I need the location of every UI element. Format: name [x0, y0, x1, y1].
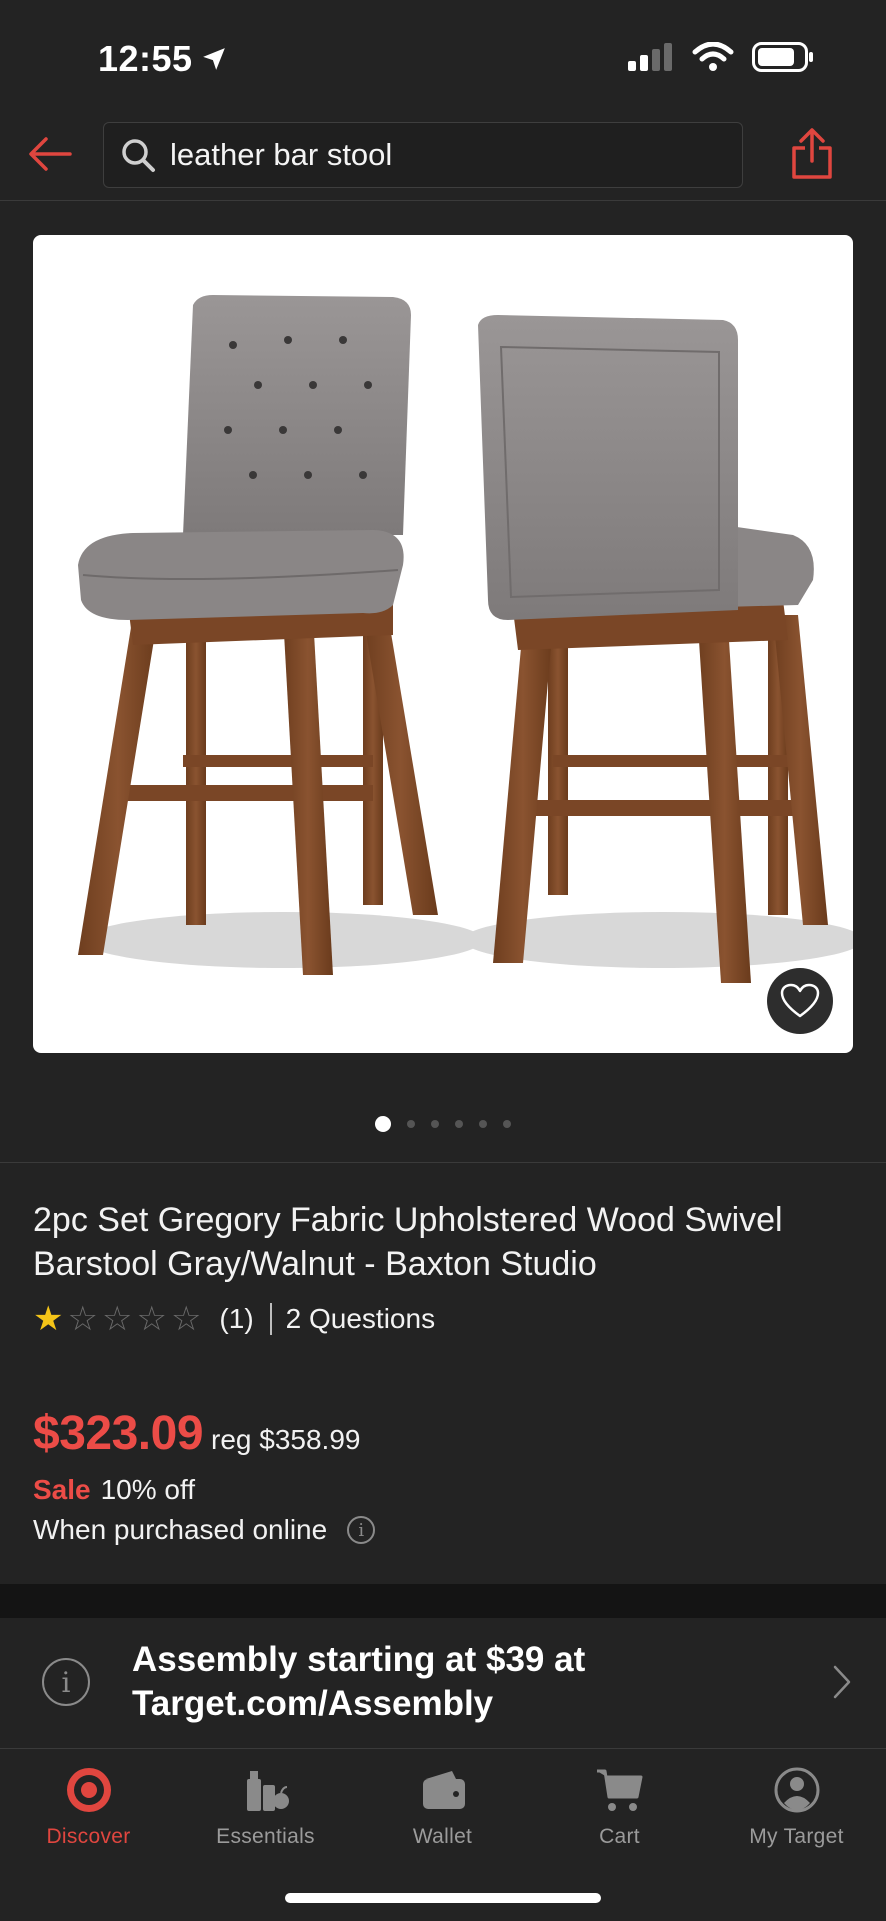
tab-cart[interactable]: Cart — [531, 1765, 708, 1849]
questions-link[interactable]: 2 Questions — [286, 1303, 435, 1335]
tab-label: Discover — [46, 1825, 131, 1848]
heart-icon — [780, 983, 820, 1018]
product-photo — [78, 295, 853, 983]
gallery-dot[interactable] — [375, 1116, 391, 1132]
sale-price: $323.09 — [33, 1407, 204, 1460]
section-spacer — [0, 1584, 886, 1618]
sale-row: Sale 10% off — [33, 1474, 195, 1506]
star-filled-icon: ★ — [33, 1300, 64, 1338]
rating-row: ★ ☆ ☆ ☆ ☆ (1) 2 Questions — [33, 1302, 435, 1336]
status-time: 12:55 — [98, 38, 227, 80]
rating-separator — [269, 1303, 272, 1335]
star-empty-icon: ☆ — [136, 1300, 167, 1338]
search-icon — [122, 139, 155, 172]
battery-icon — [752, 42, 813, 72]
online-note-row: When purchased online i — [33, 1514, 376, 1546]
assembly-banner[interactable]: i Assembly starting at $39 at Target.com… — [0, 1618, 886, 1746]
target-logo-icon — [66, 1768, 111, 1812]
header-divider — [0, 200, 886, 201]
regular-price: reg $358.99 — [211, 1424, 361, 1455]
gallery-dot[interactable] — [503, 1120, 511, 1128]
sale-label: Sale — [33, 1474, 91, 1505]
cellular-signal-icon — [628, 43, 672, 71]
gallery-dot[interactable] — [455, 1120, 463, 1128]
star-empty-icon: ☆ — [170, 1300, 202, 1338]
back-arrow-icon — [29, 137, 72, 171]
tab-label: Wallet — [412, 1825, 473, 1848]
location-arrow-icon — [202, 48, 225, 70]
gallery-dot[interactable] — [407, 1120, 415, 1128]
tab-my-target[interactable]: My Target — [708, 1765, 885, 1849]
tab-essentials[interactable]: Essentials — [177, 1765, 354, 1849]
share-icon — [792, 128, 832, 179]
review-count[interactable]: (1) — [219, 1303, 253, 1335]
essentials-icon — [246, 1771, 289, 1811]
back-button[interactable] — [26, 130, 74, 178]
wallet-icon — [422, 1771, 465, 1809]
chevron-right-icon — [833, 1665, 851, 1699]
gallery-dot[interactable] — [479, 1120, 487, 1128]
search-query: leather bar stool — [170, 137, 393, 172]
purchase-note: When purchased online — [33, 1514, 328, 1545]
gallery-dot[interactable] — [431, 1120, 439, 1128]
tab-label: Essentials — [216, 1825, 315, 1848]
gallery-pagination[interactable] — [0, 1116, 886, 1132]
discount-text: 10% off — [100, 1474, 196, 1505]
star-empty-icon: ☆ — [101, 1300, 133, 1338]
star-empty-icon: ☆ — [67, 1300, 98, 1338]
favorite-button[interactable] — [767, 968, 833, 1034]
status-indicators — [628, 42, 814, 72]
share-button[interactable] — [786, 124, 838, 184]
tab-wallet[interactable]: Wallet — [354, 1765, 531, 1849]
tab-discover[interactable]: Discover — [0, 1765, 177, 1849]
price-row: $323.09 reg $358.99 — [33, 1406, 360, 1461]
info-icon: i — [42, 1658, 90, 1706]
product-image[interactable] — [33, 235, 853, 1053]
status-time-text: 12:55 — [98, 38, 193, 79]
home-indicator[interactable] — [285, 1893, 601, 1903]
cart-icon — [596, 1769, 642, 1811]
tab-label: My Target — [749, 1825, 844, 1848]
wifi-icon — [692, 42, 734, 71]
search-input[interactable]: leather bar stool — [103, 122, 743, 188]
star-rating[interactable]: ★ ☆ ☆ ☆ ☆ — [33, 1302, 201, 1336]
section-divider — [0, 1162, 886, 1163]
tab-label: Cart — [599, 1825, 640, 1848]
assembly-text: Assembly starting at $39 at Target.com/A… — [132, 1640, 586, 1723]
info-icon[interactable]: i — [347, 1516, 376, 1544]
profile-icon — [774, 1767, 819, 1813]
product-title: 2pc Set Gregory Fabric Upholstered Wood … — [33, 1201, 783, 1283]
